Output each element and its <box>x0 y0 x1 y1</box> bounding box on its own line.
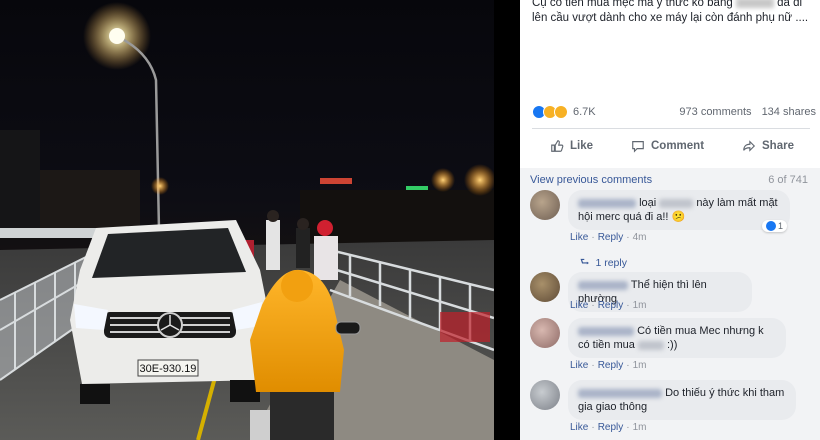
commenter-name[interactable] <box>578 326 634 336</box>
divider <box>532 128 810 129</box>
comment-reply-link[interactable]: Reply <box>598 360 624 371</box>
view-previous-comments-link[interactable]: View previous comments <box>530 174 652 186</box>
comment-page-count: 6 of 741 <box>768 174 808 186</box>
commenter-name[interactable] <box>578 280 628 290</box>
shares-count[interactable]: 134 shares <box>762 106 816 118</box>
commenter-name[interactable] <box>578 198 636 208</box>
redacted-text <box>735 0 774 8</box>
like-thumb-icon <box>551 140 564 152</box>
avatar[interactable] <box>530 318 560 348</box>
reaction-like-icon <box>766 221 776 231</box>
post-photo[interactable]: 30E-930.19 <box>0 0 494 440</box>
comment-time[interactable]: 4m <box>633 232 647 243</box>
like-count: 1 <box>778 221 784 231</box>
redacted-text <box>659 198 694 208</box>
night-bridge-scene: 30E-930.19 <box>0 2 494 440</box>
like-label: Like <box>570 140 594 152</box>
share-arrow-icon <box>743 140 756 152</box>
image-gap <box>494 0 520 440</box>
comment-time[interactable]: 1m <box>633 360 647 371</box>
comment-like-link[interactable]: Like <box>570 232 588 243</box>
comment-bubble: Có tiền mua Mec nhưng k có tiền mua :)) <box>568 318 786 358</box>
share-button[interactable]: Share <box>724 139 812 153</box>
comment-reply-link[interactable]: Reply <box>598 422 624 433</box>
comments-count[interactable]: 973 comments <box>679 106 751 118</box>
comment-time[interactable]: 1m <box>633 300 647 311</box>
comments-section: View previous comments 6 of 741 loại này… <box>520 168 820 440</box>
reaction-icons[interactable] <box>532 105 568 119</box>
comment-like-link[interactable]: Like <box>570 360 588 371</box>
comment-bubble: loại này làm mất mặt hội merc quá đi a!!… <box>568 190 790 230</box>
commenter-name[interactable] <box>578 388 662 398</box>
comment-reply-link[interactable]: Reply <box>598 300 624 311</box>
comment-like-link[interactable]: Like <box>570 422 588 433</box>
post-caption: Cụ có tiền mua mẹc mà ý thức ko bằng đã … <box>532 0 810 26</box>
like-button[interactable]: Like <box>532 139 611 153</box>
reply-count: 1 reply <box>595 257 627 269</box>
comment-label: Comment <box>651 140 705 152</box>
redacted-text <box>637 340 664 350</box>
comment-meta: Like · Reply · 4m <box>570 232 647 243</box>
reply-arrow-icon: ⮑ <box>580 256 590 268</box>
facebook-post-panel: Cụ có tiền mua mẹc mà ý thức ko bằng đã … <box>520 0 820 440</box>
comment-time[interactable]: 1m <box>633 422 647 433</box>
reaction-count[interactable]: 6.7K <box>573 106 596 118</box>
license-plate: 30E-930.19 <box>140 363 197 375</box>
comment-reply-link[interactable]: Reply <box>598 232 624 243</box>
avatar[interactable] <box>530 190 560 220</box>
comment-button[interactable]: Comment <box>613 139 722 153</box>
avatar[interactable] <box>530 272 560 302</box>
avatar[interactable] <box>530 380 560 410</box>
caption-start: Cụ có tiền mua mẹc mà ý thức ko bằng <box>532 0 733 9</box>
reaction-wow-icon <box>554 105 568 119</box>
comment-bubble-icon <box>632 141 644 153</box>
comment-like-badge[interactable]: 1 <box>762 220 788 232</box>
post-actions: Like Comment Share <box>532 134 812 158</box>
comment-text: loại <box>639 197 657 209</box>
comment-meta: Like · Reply · 1m <box>570 360 647 371</box>
comment-like-link[interactable]: Like <box>570 300 588 311</box>
comment-meta: Like · Reply · 1m <box>570 422 647 433</box>
share-label: Share <box>762 140 794 152</box>
comment-meta: Like · Reply · 1m <box>570 300 647 311</box>
comment-bubble: Do thiếu ý thức khi tham gia giao thông <box>568 380 796 420</box>
comment-text: :)) <box>667 339 678 351</box>
view-replies-link[interactable]: ⮑ 1 reply <box>580 254 627 272</box>
reactions-summary: 6.7K 973 comments 134 shares <box>532 104 816 120</box>
